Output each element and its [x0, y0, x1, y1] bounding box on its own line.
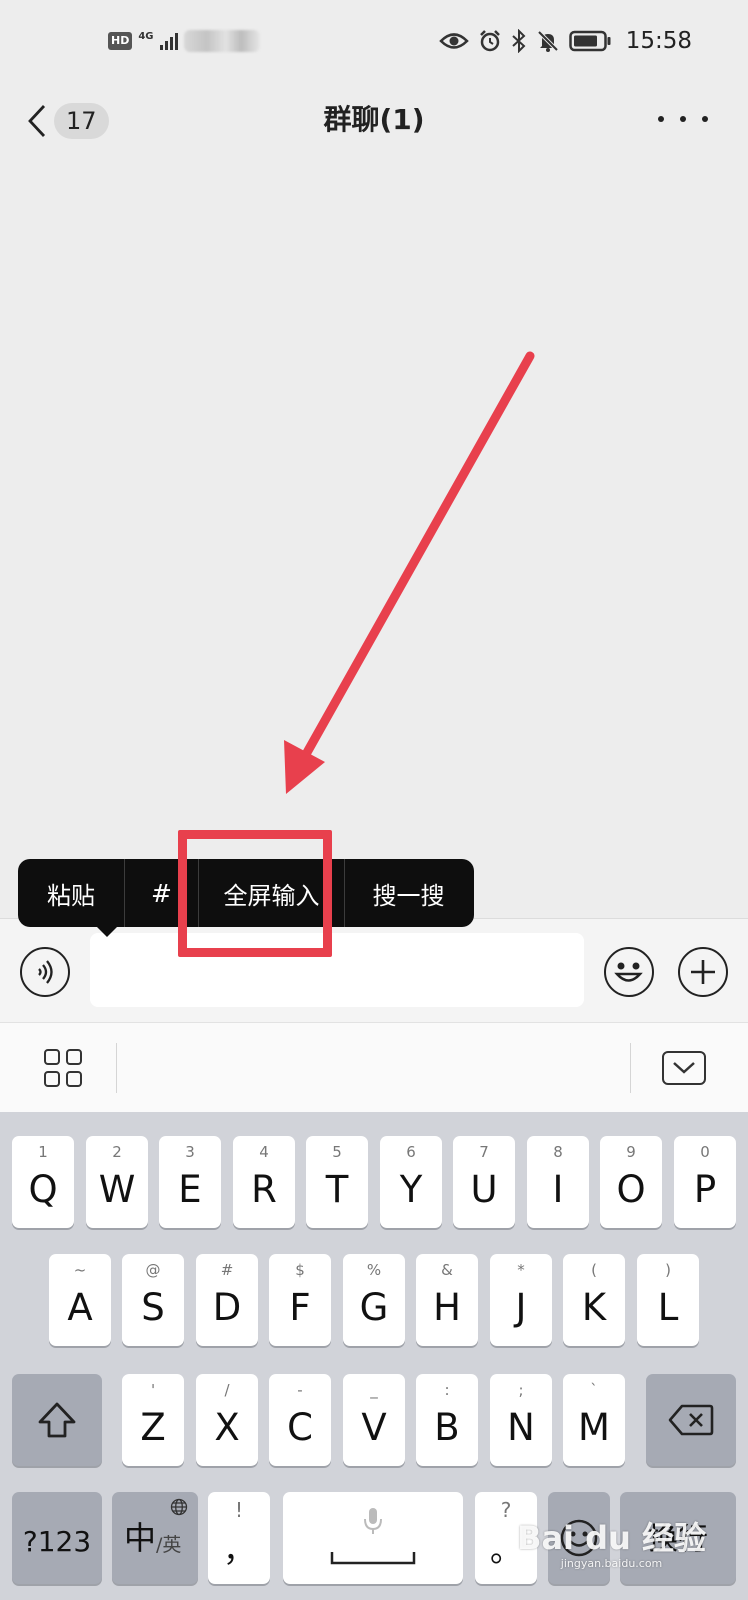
- key-z[interactable]: ' Z: [122, 1374, 184, 1466]
- voice-input-button[interactable]: [20, 947, 70, 997]
- key-b[interactable]: :B: [416, 1374, 478, 1466]
- message-area: [0, 156, 748, 856]
- lang-main-label: 中: [124, 1519, 157, 1557]
- key-g[interactable]: % G: [343, 1254, 405, 1346]
- alarm-icon: [479, 30, 500, 52]
- chat-title: 群聊(1): [323, 103, 425, 136]
- voice-icon: [38, 960, 53, 984]
- key-l[interactable]: ) L: [637, 1254, 699, 1346]
- key-p[interactable]: 0P: [674, 1136, 736, 1228]
- key-x[interactable]: / X: [196, 1374, 258, 1466]
- shift-icon: [38, 1402, 76, 1438]
- more-options-button[interactable]: [658, 104, 708, 134]
- key-d[interactable]: # D: [196, 1254, 258, 1346]
- microphone-icon: [364, 1508, 382, 1534]
- key-o[interactable]: 9O: [600, 1136, 662, 1228]
- key-s[interactable]: @ S: [122, 1254, 184, 1346]
- key-q[interactable]: 1Q: [12, 1136, 74, 1228]
- key-v[interactable]: _ V: [343, 1374, 405, 1466]
- key-k[interactable]: (K: [563, 1254, 625, 1346]
- divider: [116, 1043, 117, 1093]
- plus-icon: [691, 960, 715, 984]
- chat-header: 17 群聊(1): [0, 84, 748, 156]
- language-switch-key[interactable]: 中 /英: [112, 1492, 198, 1584]
- keyboard: 1Q 2W 3E 4R 5T 6Y 7U 8I 9O 0P ~ A @ S # D $…: [0, 1112, 748, 1600]
- dot-icon: [680, 116, 686, 122]
- context-menu-pointer: [96, 926, 118, 937]
- key-f[interactable]: $ F: [269, 1254, 331, 1346]
- keyboard-toolbar: [0, 1022, 748, 1112]
- bluetooth-icon: [512, 29, 526, 53]
- hd-badge: HD: [108, 32, 133, 50]
- key-j[interactable]: * J: [490, 1254, 552, 1346]
- lang-alt-label: /英: [156, 1534, 182, 1556]
- chevron-down-icon: [673, 1062, 695, 1074]
- space-bar-icon: [330, 1552, 416, 1565]
- network-type: 4G: [138, 31, 154, 42]
- backspace-key[interactable]: [646, 1374, 736, 1466]
- key-e[interactable]: 3E: [159, 1136, 221, 1228]
- key-c[interactable]: -C: [269, 1374, 331, 1466]
- battery-icon: [568, 30, 611, 52]
- shift-key[interactable]: [12, 1374, 102, 1466]
- comma-key[interactable]: !，: [208, 1492, 270, 1584]
- smiley-icon: [614, 962, 643, 982]
- key-y[interactable]: 6Y: [380, 1136, 442, 1228]
- key-u[interactable]: 7U: [453, 1136, 515, 1228]
- eye-icon: [438, 33, 469, 49]
- emoji-button[interactable]: [604, 947, 654, 997]
- symbols-key[interactable]: ?123: [12, 1492, 102, 1584]
- key-w[interactable]: 2W: [86, 1136, 148, 1228]
- space-key[interactable]: [283, 1492, 463, 1584]
- baidu-jingyan-watermark: Bai du 经验 jingyan.baidu.com: [517, 1519, 706, 1570]
- backspace-icon: [668, 1404, 714, 1436]
- menu-paste[interactable]: 粘贴: [18, 859, 124, 927]
- hide-keyboard-button[interactable]: [662, 1051, 706, 1085]
- blurred-carrier-name: [183, 30, 260, 52]
- menu-search[interactable]: 搜一搜: [344, 859, 472, 927]
- key-a[interactable]: ~ A: [49, 1254, 111, 1346]
- key-i[interactable]: 8I: [527, 1136, 589, 1228]
- mute-icon: [537, 30, 559, 52]
- key-r[interactable]: 4R: [233, 1136, 295, 1228]
- more-functions-button[interactable]: [678, 947, 728, 997]
- message-input[interactable]: [90, 933, 584, 1007]
- clock: 15:58: [625, 28, 692, 54]
- key-m[interactable]: ` M: [563, 1374, 625, 1466]
- signal-icon: [159, 32, 178, 50]
- dot-icon: [702, 116, 708, 122]
- status-right: 15:58: [438, 28, 692, 54]
- status-left: HD 4G: [108, 30, 260, 52]
- key-t[interactable]: 5T: [306, 1136, 368, 1228]
- globe-icon: [170, 1498, 188, 1516]
- dot-icon: [658, 116, 664, 122]
- status-bar: HD 4G 15:58: [0, 0, 748, 84]
- key-n[interactable]: ; N: [490, 1374, 552, 1466]
- grid-menu-icon[interactable]: [44, 1049, 82, 1087]
- divider: [630, 1043, 631, 1093]
- annotation-highlight-box: [178, 830, 332, 957]
- key-h[interactable]: & H: [416, 1254, 478, 1346]
